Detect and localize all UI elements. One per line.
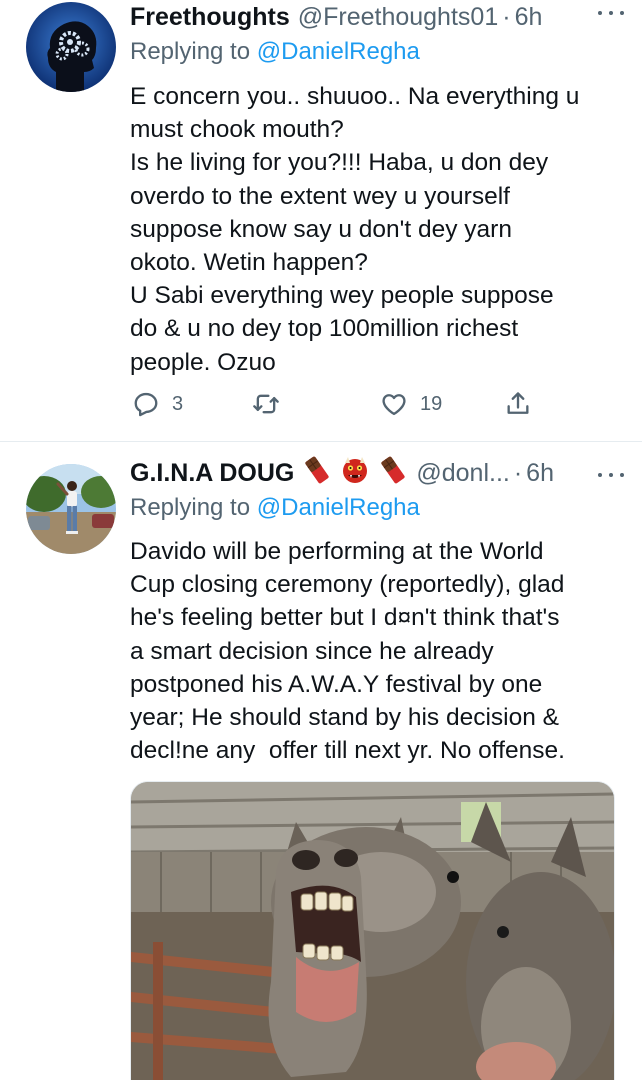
brain-gears-avatar-icon: [26, 2, 116, 92]
avatar[interactable]: [26, 2, 116, 92]
like-count: 19: [420, 392, 443, 415]
user-handle[interactable]: @Freethoughts01: [298, 3, 499, 32]
reply-icon: [134, 392, 158, 417]
tweet-header: Freethoughts @Freethoughts01 · 6h: [130, 0, 642, 34]
mention-link[interactable]: @DanielRegha: [257, 38, 420, 65]
tweet-actions: 3 19: [130, 386, 610, 422]
retweet-button[interactable]: [252, 386, 292, 422]
like-button[interactable]: 19: [380, 386, 442, 422]
reply-count: 3: [172, 392, 184, 415]
user-handle[interactable]: @donl...: [416, 459, 509, 488]
replying-to: Replying to @DanielRegha: [130, 38, 420, 66]
donkey-photo-image: [131, 782, 614, 1080]
timestamp[interactable]: 6h: [515, 3, 543, 32]
reply-button[interactable]: 3: [132, 386, 183, 422]
display-name[interactable]: Freethoughts: [130, 3, 290, 32]
replying-to: Replying to @DanielRegha: [130, 494, 420, 522]
separator-dot: ·: [513, 458, 523, 487]
share-icon: [507, 392, 529, 414]
like-icon: [382, 394, 406, 416]
share-button[interactable]: [504, 386, 532, 422]
replying-to-label: Replying to: [130, 494, 257, 521]
tweet[interactable]: G.I.N.A DOUG @donl... · 6h Replying to @…: [0, 442, 642, 1080]
mention-link[interactable]: @DanielRegha: [257, 494, 420, 521]
chocolate-bar-icon: [378, 455, 408, 492]
ogre-icon: [340, 455, 370, 492]
avatar[interactable]: [26, 464, 116, 554]
more-icon[interactable]: [598, 470, 624, 480]
tweet[interactable]: Freethoughts @Freethoughts01 · 6h Replyi…: [0, 0, 642, 441]
more-icon[interactable]: [598, 8, 624, 18]
tweet-text: E concern you.. shuuoo.. Na everything u…: [130, 83, 580, 376]
tweet-media-photo[interactable]: [130, 781, 615, 1080]
chocolate-bar-icon: [302, 455, 332, 492]
person-photo-avatar-icon: [26, 464, 116, 554]
separator-dot: ·: [502, 2, 511, 31]
timestamp[interactable]: 6h: [526, 459, 554, 488]
tweet-header: G.I.N.A DOUG @donl... · 6h: [130, 456, 642, 490]
retweet-icon: [253, 394, 279, 414]
replying-to-label: Replying to: [130, 38, 257, 65]
display-name[interactable]: G.I.N.A DOUG: [130, 459, 294, 488]
tweet-text: Davido will be performing at the World C…: [130, 538, 565, 765]
